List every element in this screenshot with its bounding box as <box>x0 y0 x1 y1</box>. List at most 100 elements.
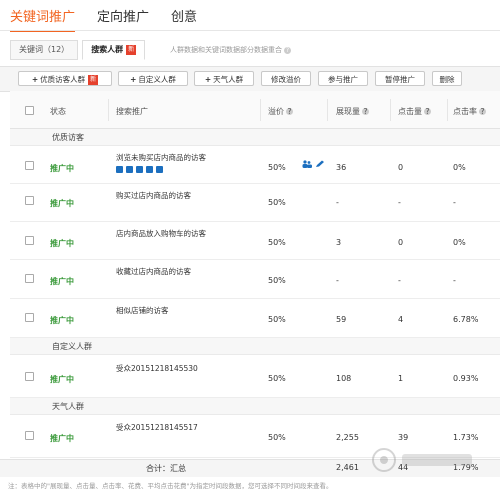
pause-promotion-button[interactable]: 暂停推广 <box>375 71 425 86</box>
crowd-people-icon[interactable] <box>302 160 312 168</box>
sub-tabs: 关键词（12） 搜索人群新 <box>10 40 149 60</box>
watermark-logo <box>372 448 472 472</box>
group-label: 自定义人群 <box>52 342 92 351</box>
col-search-crowd: 搜索推广 <box>116 107 148 116</box>
tab-keywords[interactable]: 关键词（12） <box>10 40 79 60</box>
delete-icon[interactable] <box>126 166 133 173</box>
group-custom-crowd: 自定义人群 <box>10 338 500 355</box>
clicks-value: 0 <box>398 238 404 247</box>
top-tabs: 关键词推广 定向推广 创意 <box>10 4 197 32</box>
help-icon[interactable]: ? <box>424 108 431 116</box>
col-divider <box>108 99 109 121</box>
col-impressions-label: 展现量 <box>336 107 360 116</box>
impressions-value: 2,255 <box>336 433 359 442</box>
group-label: 天气人群 <box>52 402 84 411</box>
row-checkbox[interactable] <box>25 372 34 381</box>
impressions-value: 36 <box>336 163 347 172</box>
table-row: 推广中 收藏过店内商品的访客 50% - - - <box>10 260 500 299</box>
ctr-value: 0% <box>453 163 466 172</box>
premium-value: 50% <box>268 198 286 207</box>
impressions-value: 3 <box>336 238 342 247</box>
clicks-value: - <box>398 276 401 285</box>
row-checkbox[interactable] <box>25 236 34 245</box>
row-action-icons <box>116 166 163 173</box>
group-label: 优质访客 <box>52 133 84 142</box>
tab-targeted-promotion[interactable]: 定向推广 <box>97 4 149 32</box>
col-impressions: 展现量? <box>336 106 369 117</box>
add-custom-crowd-button[interactable]: + 自定义人群 <box>118 71 188 86</box>
add-quality-crowd-label: 优质访客人群 <box>40 75 86 84</box>
status-badge: 推广中 <box>50 316 74 325</box>
total-impressions: 2,461 <box>336 463 359 472</box>
edit-premium-button[interactable]: 修改溢价 <box>261 71 311 86</box>
row-checkbox[interactable] <box>25 274 34 283</box>
group-quality-visitors: 优质访客 <box>10 129 500 146</box>
tab-keyword-promotion[interactable]: 关键词推广 <box>10 4 76 32</box>
clicks-value: 4 <box>398 315 404 324</box>
row-checkbox[interactable] <box>25 161 34 170</box>
row-checkbox[interactable] <box>25 196 34 205</box>
table-row: 推广中 店内商品放入购物车的访客 50% 3 0 0% <box>10 222 500 260</box>
help-icon[interactable]: ? <box>479 108 486 116</box>
status-badge: 推广中 <box>50 375 74 384</box>
impressions-value: - <box>336 198 339 207</box>
row-checkbox[interactable] <box>25 431 34 440</box>
pause-icon[interactable] <box>116 166 123 173</box>
plus-icon: + <box>31 75 39 84</box>
table-row: 推广中 相似店铺的访客 50% 59 4 6.78% <box>10 299 500 338</box>
status-badge: 推广中 <box>50 434 74 443</box>
crowd-name: 受众20151218145530 <box>116 364 198 373</box>
col-premium: 溢价? <box>268 106 293 117</box>
help-icon[interactable]: ? <box>286 108 293 116</box>
status-badge: 推广中 <box>50 277 74 286</box>
impressions-value: 59 <box>336 315 347 324</box>
crowd-name: 店内商品放入购物车的访客 <box>116 229 206 238</box>
chart-icon[interactable] <box>146 166 153 173</box>
premium-value: 50% <box>268 315 286 324</box>
col-divider <box>390 99 391 121</box>
table-row: 推广中 购买过店内商品的访客 50% - - - <box>10 184 500 222</box>
help-icon[interactable]: ? <box>284 46 291 54</box>
edit-premium-icon[interactable] <box>315 160 325 168</box>
clicks-value: 39 <box>398 433 409 442</box>
col-divider <box>447 99 448 121</box>
ctr-value: 0% <box>453 238 466 247</box>
clicks-value: 1 <box>398 374 404 383</box>
premium-value: 50% <box>268 163 286 172</box>
tab-search-crowd[interactable]: 搜索人群新 <box>82 40 146 60</box>
impressions-value: - <box>336 276 339 285</box>
col-ctr-label: 点击率 <box>453 107 477 116</box>
delete-button[interactable]: 删除 <box>432 71 462 86</box>
ctr-value: - <box>453 198 456 207</box>
premium-value: 50% <box>268 238 286 247</box>
premium-value: 50% <box>268 276 286 285</box>
tab-creative[interactable]: 创意 <box>171 4 197 32</box>
col-ctr: 点击率? <box>453 106 486 117</box>
crowd-name: 相似店铺的访客 <box>116 306 169 315</box>
ctr-value: 0.93% <box>453 374 479 383</box>
ctr-value: 1.73% <box>453 433 479 442</box>
add-custom-crowd-label: 自定义人群 <box>138 75 176 84</box>
group-weather-crowd: 天气人群 <box>10 398 500 415</box>
row-checkbox[interactable] <box>25 313 34 322</box>
list-icon[interactable] <box>136 166 143 173</box>
add-quality-crowd-button[interactable]: + 优质访客人群新 <box>18 71 112 86</box>
data-overlap-note-text: 人群数据和关键词数据部分数据重合 <box>170 46 282 54</box>
data-overlap-note: 人群数据和关键词数据部分数据重合? <box>170 45 291 55</box>
col-status: 状态 <box>50 107 66 116</box>
add-weather-crowd-button[interactable]: + 天气人群 <box>194 71 254 86</box>
copy-icon[interactable] <box>156 166 163 173</box>
status-badge: 推广中 <box>50 164 74 173</box>
table-row: 推广中 受众20151218145530 50% 108 1 0.93% <box>10 355 500 398</box>
col-divider <box>260 99 261 121</box>
plus-icon: + <box>130 75 137 84</box>
add-weather-crowd-label: 天气人群 <box>213 75 244 84</box>
divider <box>0 30 500 31</box>
total-label: 合计：汇总 <box>146 464 186 473</box>
select-all-checkbox[interactable] <box>25 106 34 115</box>
crowd-name: 浏览未购买店内商品的访客 <box>116 153 206 162</box>
help-icon[interactable]: ? <box>362 108 369 116</box>
join-promotion-button[interactable]: 参与推广 <box>318 71 368 86</box>
clicks-value: 0 <box>398 163 404 172</box>
footnote: 注：表格中的"展现量、点击量、点击率、花费、平均点击花费"为指定时间段数据，您可… <box>8 482 333 490</box>
